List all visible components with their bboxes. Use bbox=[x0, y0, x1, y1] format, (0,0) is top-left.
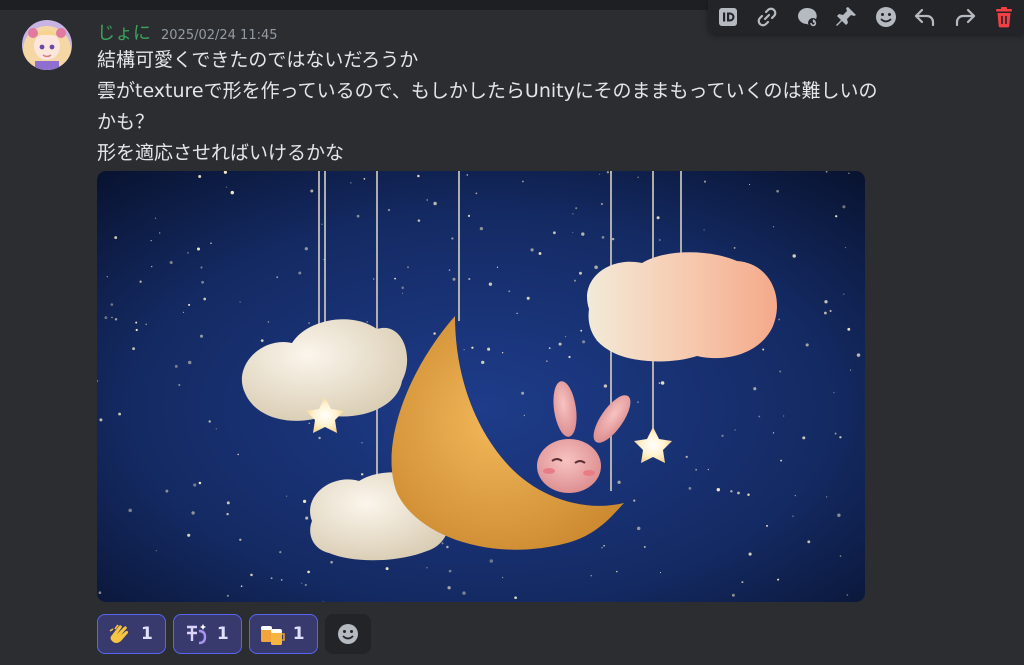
delete-button[interactable] bbox=[987, 2, 1021, 32]
copy-link-button[interactable] bbox=[750, 2, 784, 32]
reply-icon bbox=[915, 8, 935, 27]
message-line: 結構可愛くできたのではないだろうか bbox=[97, 49, 419, 71]
add-reaction-icon bbox=[875, 7, 896, 27]
timestamp[interactable]: 2025/02/24 11:45 bbox=[161, 28, 278, 43]
delete-icon bbox=[996, 7, 1013, 28]
pin-icon bbox=[836, 7, 857, 26]
forward-icon bbox=[955, 8, 975, 27]
thread-icon bbox=[797, 7, 818, 28]
night-sky-moon-bunny-image bbox=[97, 171, 865, 602]
image-attachment[interactable] bbox=[97, 171, 865, 602]
add-reaction-toolbar-button[interactable] bbox=[869, 2, 903, 32]
reaction-count: 1 bbox=[216, 624, 229, 644]
username[interactable]: じょに bbox=[97, 19, 151, 45]
copy-id-button[interactable] bbox=[711, 2, 745, 32]
reaction-custom-sparkle[interactable]: 1 bbox=[172, 614, 242, 654]
reaction-clap[interactable]: 1 bbox=[97, 614, 166, 654]
reaction-count: 1 bbox=[292, 624, 305, 644]
message-view: じょに 2025/02/24 11:45 結構可愛くできたのではないだろうか 雲… bbox=[0, 0, 1024, 665]
pin-button[interactable] bbox=[829, 2, 863, 32]
avatar-image bbox=[22, 20, 72, 70]
create-thread-button[interactable] bbox=[790, 2, 824, 32]
avatar[interactable] bbox=[22, 20, 72, 70]
message-line: 形を適応させればいけるかな bbox=[97, 142, 345, 164]
add-reaction-icon bbox=[337, 624, 358, 644]
custom-sparkle-emoji-icon bbox=[183, 621, 209, 647]
reactions-bar: 1 1 1 bbox=[97, 614, 371, 654]
add-reaction-button[interactable] bbox=[324, 614, 371, 654]
reply-button[interactable] bbox=[908, 2, 942, 32]
reaction-beer[interactable]: 1 bbox=[248, 614, 318, 654]
copy-id-icon bbox=[718, 8, 737, 26]
copy-link-icon bbox=[757, 7, 777, 27]
message-content: 結構可愛くできたのではないだろうか 雲がtextureで形を作っているので、もし… bbox=[97, 45, 1007, 169]
message-line: 雲がtextureで形を作っているので、もしかしたらUnityにそのままもってい… bbox=[97, 80, 878, 102]
forward-button[interactable] bbox=[948, 2, 982, 32]
clapping-hands-icon bbox=[107, 621, 133, 647]
beer-mugs-icon bbox=[259, 621, 285, 647]
reaction-count: 1 bbox=[141, 624, 153, 644]
message-actions-toolbar bbox=[708, 0, 1024, 34]
message-line: かも？ bbox=[97, 111, 155, 133]
message-header: じょに 2025/02/24 11:45 bbox=[97, 19, 278, 45]
